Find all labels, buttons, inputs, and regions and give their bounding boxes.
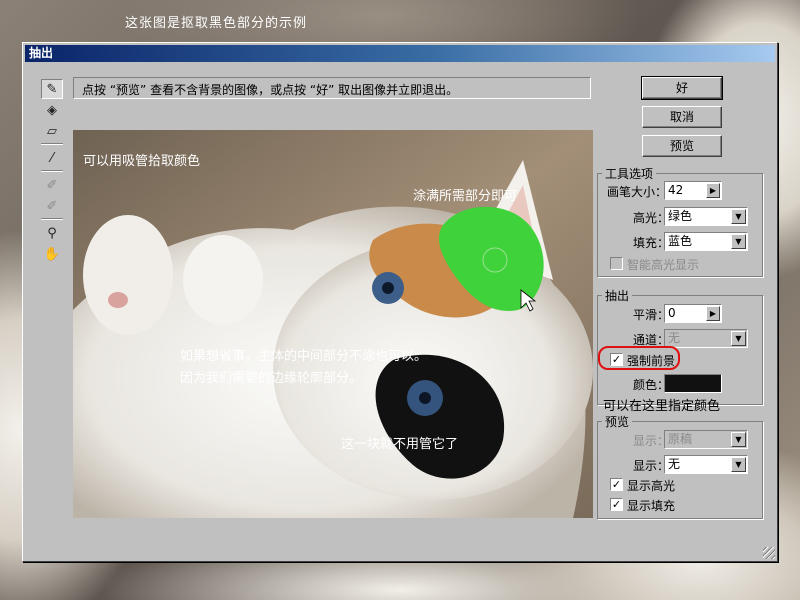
hand-icon[interactable]: ✋ [41,244,63,264]
highlight-select[interactable]: 绿色 ▼ [664,207,748,226]
dialog-titlebar[interactable]: 抽出 [25,45,775,62]
channel-select[interactable]: 无 ▼ [664,329,748,348]
ok-button[interactable]: 好 [641,76,723,100]
channel-value: 无 [668,331,681,345]
annotation-set-color: 可以在这里指定颜色 [603,399,721,414]
chevron-down-icon[interactable]: ▼ [731,331,746,346]
fill-value: 蓝色 [668,234,693,248]
annotation-fill-area: 涂满所需部分即可 [413,189,518,204]
annotation-eyedropper: 可以用吸管拾取颜色 [83,154,201,169]
smooth-field[interactable]: 0 ▶ [664,304,722,323]
annotation-lazy-2: 因为我们需要的边缘轮廓部分。 [180,371,363,386]
eraser-icon[interactable]: ▱ [41,121,63,141]
smart-highlight-label: 智能高光显示 [627,258,700,272]
resize-grip-icon[interactable] [763,547,775,559]
tool-options-title: 工具选项 [605,167,654,181]
fill-select[interactable]: 蓝色 ▼ [664,232,748,251]
brush-size-value: 42 [668,183,684,197]
chevron-down-icon[interactable]: ▼ [731,432,746,447]
preview-button[interactable]: 预览 [642,135,722,157]
eyedropper-icon[interactable]: ⁄ [41,148,63,168]
show-fill-checkbox[interactable]: ✓ [610,498,623,511]
annotation-no-need: 这一块就不用管它了 [341,437,459,452]
smooth-value: 0 [668,306,676,320]
preview-group-title: 预览 [605,415,630,429]
top-caption: 这张图是抠取黑色部分的示例 [125,16,308,31]
show-select[interactable]: 原稿 ▼ [664,430,748,449]
brush-size-field[interactable]: 42 ▶ [664,181,722,200]
chevron-down-icon[interactable]: ▼ [731,209,746,224]
show-value: 原稿 [668,432,693,446]
zoom-icon[interactable]: ⚲ [41,223,63,243]
tool-separator [41,218,63,220]
extract-title: 抽出 [605,289,630,303]
tool-separator [41,170,63,172]
extract-dialog: 抽出 ✎ ◈ ▱ ⁄ ✐ ✐ ⚲ ✋ 点按 “预览” 查看不含背景的图像，或点按… [22,42,778,562]
preview-canvas[interactable]: 可以用吸管拾取颜色 涂满所需部分即可 如果想省事，主体的中间部分不涂也可以。 因… [73,130,593,518]
edge-touchup-icon[interactable]: ✐ [41,196,63,216]
show-highlight-checkbox[interactable]: ✓ [610,478,623,491]
brush-size-arrow-icon[interactable]: ▶ [706,183,720,198]
highlight-ring [598,346,680,370]
display-select[interactable]: 无 ▼ [664,455,748,474]
cleanup-tool-icon[interactable]: ✐ [41,175,63,195]
tool-separator [41,143,63,145]
chevron-down-icon[interactable]: ▼ [731,234,746,249]
brush-size-label: 画笔大小： [607,185,668,199]
cancel-button[interactable]: 取消 [642,106,722,128]
highlight-value: 绿色 [668,209,693,223]
annotation-lazy-1: 如果想省事，主体的中间部分不涂也可以。 [180,349,428,364]
chevron-down-icon[interactable]: ▼ [731,457,746,472]
instruction-bar: 点按 “预览” 查看不含背景的图像，或点按 “好” 取出图像并立即退出。 [73,77,591,99]
fill-bucket-icon[interactable]: ◈ [41,100,63,120]
foreground-color-swatch[interactable] [664,374,722,393]
show-highlight-label: 显示高光 [627,479,676,493]
smooth-arrow-icon[interactable]: ▶ [706,306,720,321]
edge-highlighter-icon[interactable]: ✎ [41,79,63,99]
show-fill-label: 显示填充 [627,499,676,513]
smart-highlight-checkbox[interactable] [610,257,623,270]
display-value: 无 [668,457,681,471]
